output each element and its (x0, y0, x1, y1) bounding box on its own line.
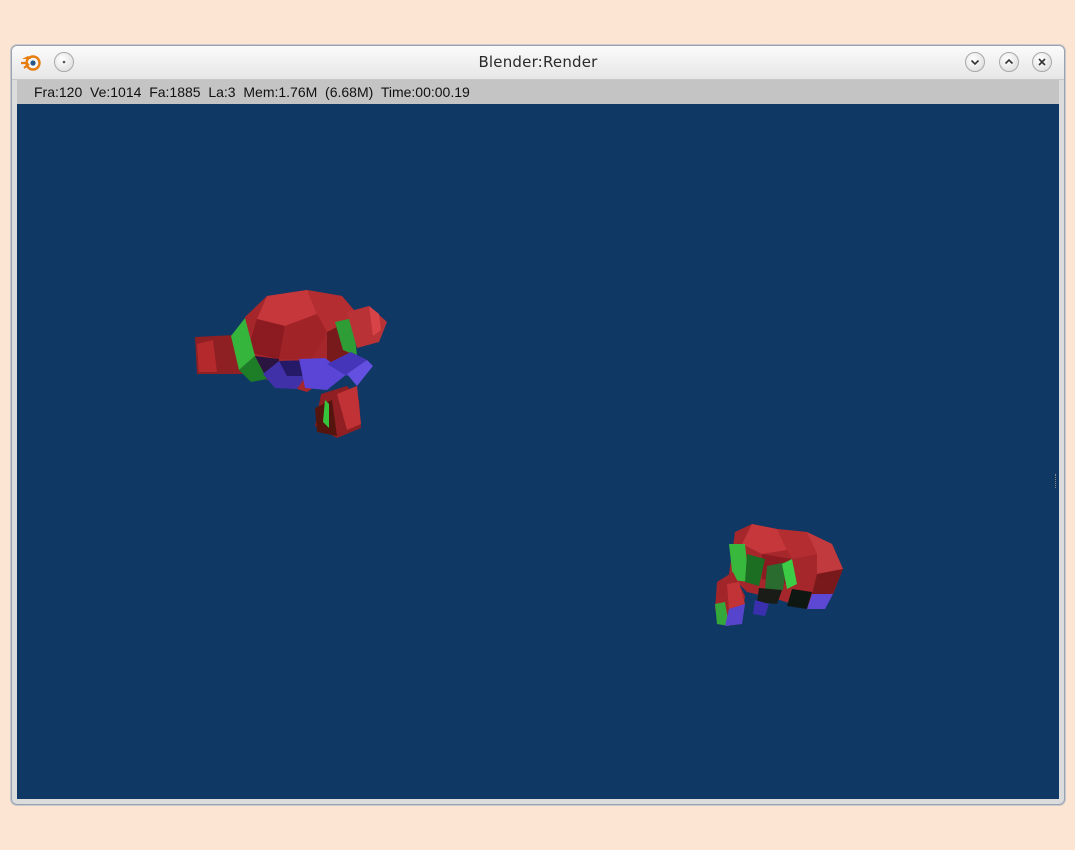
minimize-button[interactable] (965, 52, 985, 72)
monkey-mesh-right (715, 524, 843, 626)
close-button[interactable] (1032, 52, 1052, 72)
monkey-mesh-left (195, 290, 387, 438)
maximize-button[interactable] (999, 52, 1019, 72)
render-stats-text: Fra:120 Ve:1014 Fa:1885 La:3 Mem:1.76M (… (34, 84, 470, 100)
close-icon (1038, 58, 1046, 66)
render-viewport[interactable] (17, 104, 1059, 799)
resize-grip[interactable] (1055, 474, 1058, 488)
window-title: Blender:Render (478, 53, 598, 71)
chevron-down-icon (970, 59, 980, 66)
render-window: Blender:Render Fra:120 Ve:1014 Fa:1885 L… (11, 45, 1065, 805)
render-status-bar: Fra:120 Ve:1014 Fa:1885 La:3 Mem:1.76M (… (17, 80, 1059, 104)
chevron-up-icon (1004, 58, 1014, 65)
title-bar[interactable]: Blender:Render (12, 46, 1064, 80)
